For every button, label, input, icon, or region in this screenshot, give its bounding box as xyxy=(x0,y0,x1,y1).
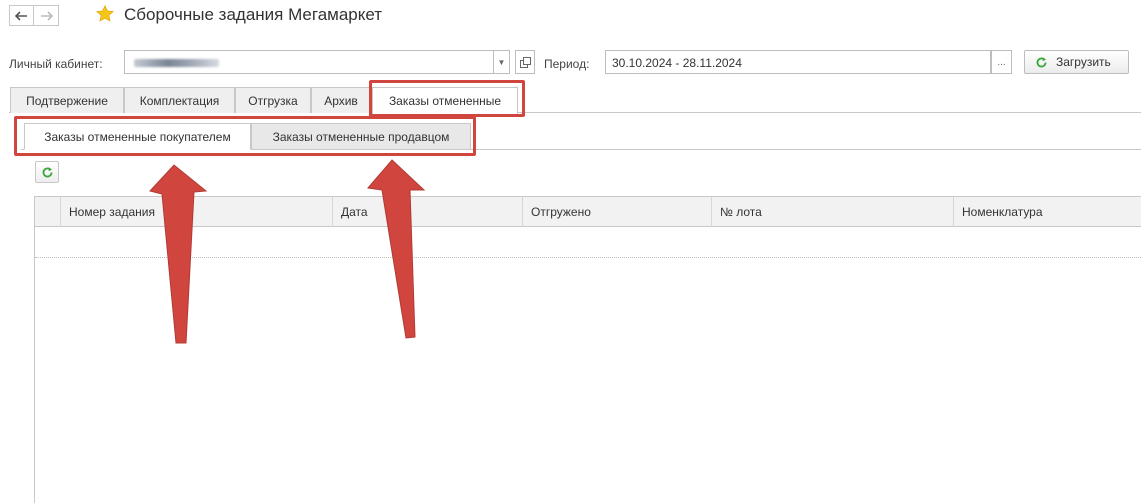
arrow-up-icon xyxy=(367,159,426,339)
annotation-arrows xyxy=(149,159,426,344)
arrow-up-icon xyxy=(149,164,208,344)
